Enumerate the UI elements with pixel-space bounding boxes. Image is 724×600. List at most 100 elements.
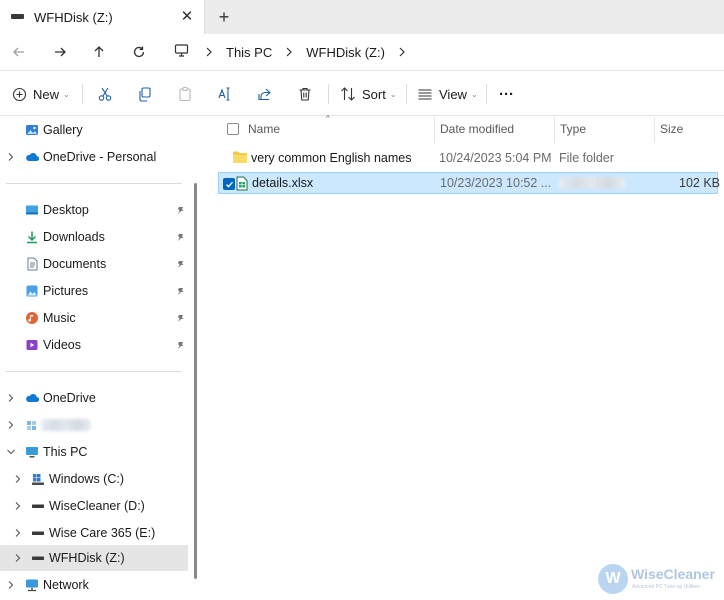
sidebar-item-music[interactable]: Music — [0, 305, 188, 331]
up-button[interactable] — [87, 41, 111, 63]
sidebar-item-label: Videos — [43, 338, 81, 352]
sidebar-item-pictures[interactable]: Pictures — [0, 278, 188, 304]
divider — [82, 84, 83, 104]
pin-icon[interactable] — [176, 260, 185, 269]
watermark-subtitle: Advanced PC Tune-up Utilities — [632, 584, 700, 590]
breadcrumb-wfhdisk[interactable]: WFHDisk (Z:) — [300, 45, 391, 60]
sidebar-item-label: Desktop — [43, 203, 89, 217]
close-icon[interactable]: ✕ — [178, 8, 196, 26]
sidebar-item-label: Gallery — [43, 123, 83, 137]
cloud-icon — [26, 393, 39, 403]
chevron-down-icon: ⌄ — [63, 89, 70, 99]
chevron-right-icon[interactable] — [13, 474, 23, 484]
tab-wfhdisk[interactable]: WFHDisk (Z:) ✕ — [0, 0, 205, 34]
sidebar-item-desktop[interactable]: Desktop — [0, 197, 188, 223]
sidebar-scrollbar[interactable] — [194, 183, 197, 579]
chevron-down-icon[interactable] — [6, 447, 16, 457]
sidebar-item-gallery[interactable]: Gallery — [0, 117, 188, 143]
sidebar-item-videos[interactable]: Videos — [0, 332, 188, 358]
drive-icon — [11, 14, 24, 19]
view-list-icon — [418, 89, 432, 100]
document-icon — [27, 257, 38, 271]
copy-button[interactable] — [134, 83, 156, 105]
wisecleaner-logo: W — [598, 564, 628, 594]
sidebar-item-label: This PC — [43, 445, 88, 459]
rename-button[interactable] — [214, 83, 236, 105]
pin-icon[interactable] — [176, 287, 185, 296]
sort-button[interactable]: Sort ⌄ — [340, 83, 397, 105]
chevron-right-icon[interactable] — [278, 47, 300, 57]
column-type[interactable]: Type — [554, 117, 654, 143]
sidebar-item-label: Wise Care 365 (E:) — [49, 526, 156, 540]
sidebar-item-this-pc[interactable]: This PC — [0, 439, 188, 465]
redacted-label — [41, 419, 91, 431]
column-date-modified[interactable]: Date modified — [434, 117, 554, 143]
pin-icon[interactable] — [176, 233, 185, 242]
chevron-right-icon[interactable] — [6, 393, 16, 403]
chevron-right-icon[interactable] — [6, 420, 16, 430]
table-row[interactable]: very common English names 10/24/2023 5:0… — [218, 147, 718, 169]
sidebar-item-documents[interactable]: Documents — [0, 251, 188, 277]
arrow-up-icon — [94, 46, 104, 57]
share-icon — [254, 83, 276, 105]
new-button[interactable]: New ⌄ — [12, 83, 70, 105]
windows-drive-icon — [32, 474, 44, 485]
share-button[interactable] — [254, 83, 276, 105]
sidebar-item-label: Network — [43, 578, 89, 592]
sidebar-item-label: OneDrive — [43, 391, 96, 405]
paste-button[interactable] — [174, 83, 196, 105]
back-button[interactable] — [7, 41, 31, 63]
file-type-redacted — [559, 177, 625, 189]
divider — [6, 371, 182, 372]
breadcrumb-this-pc[interactable]: This PC — [220, 45, 278, 60]
file-date-modified: 10/24/2023 5:04 PM — [439, 151, 552, 165]
sidebar-item-network[interactable]: Network — [0, 572, 188, 598]
tab-title: WFHDisk (Z:) — [34, 10, 113, 25]
chevron-right-icon[interactable] — [13, 501, 23, 511]
chevron-right-icon[interactable] — [13, 528, 23, 538]
sidebar-item-label: Music — [43, 311, 76, 325]
delete-button[interactable] — [294, 83, 316, 105]
scissors-icon — [94, 83, 116, 105]
command-bar: New ⌄ Sort ⌄ View ⌄ ··· — [0, 70, 724, 116]
video-icon — [26, 340, 38, 350]
sidebar-item-drive-d[interactable]: WiseCleaner (D:) — [0, 493, 188, 519]
chevron-down-icon: ⌄ — [470, 89, 478, 99]
chevron-down-icon: ⌄ — [389, 89, 397, 99]
wisecleaner-watermark: W WiseCleaner Advanced PC Tune-up Utilit… — [598, 562, 722, 596]
computer-icon[interactable] — [174, 43, 189, 58]
sidebar-item-drive-c[interactable]: Windows (C:) — [0, 466, 188, 492]
table-row[interactable]: details.xlsx 10/23/2023 10:52 ... 102 KB — [218, 172, 720, 194]
excel-file-icon — [236, 176, 248, 191]
sidebar-item-onedrive-personal[interactable]: OneDrive - Personal — [0, 144, 188, 170]
column-name[interactable]: Name — [243, 117, 434, 143]
chevron-right-icon[interactable] — [391, 47, 413, 57]
sidebar-item-onedrive[interactable]: OneDrive — [0, 385, 188, 411]
cut-button[interactable] — [94, 83, 116, 105]
address-bar-row: This PC WFHDisk (Z:) — [0, 34, 724, 70]
row-checkbox[interactable] — [223, 178, 235, 190]
sidebar-item-drive-e[interactable]: Wise Care 365 (E:) — [0, 520, 188, 546]
column-header-row: ^ Name Date modified Type Size — [202, 114, 724, 143]
select-all-checkbox[interactable] — [227, 123, 239, 135]
file-type: File folder — [559, 151, 614, 165]
more-options-button[interactable]: ··· — [499, 83, 514, 105]
pin-icon[interactable] — [176, 206, 185, 215]
sidebar-item-drive-z[interactable]: WFHDisk (Z:) — [0, 545, 188, 571]
refresh-icon — [133, 46, 145, 58]
download-icon — [27, 231, 37, 244]
sidebar-item-redacted[interactable] — [0, 412, 188, 438]
chevron-right-icon[interactable] — [198, 47, 220, 57]
folder-icon — [233, 151, 247, 163]
pin-icon[interactable] — [176, 314, 185, 323]
sidebar-item-downloads[interactable]: Downloads — [0, 224, 188, 250]
forward-button[interactable] — [48, 41, 72, 63]
pin-icon[interactable] — [176, 341, 185, 350]
chevron-right-icon[interactable] — [6, 152, 16, 162]
view-button[interactable]: View ⌄ — [417, 83, 478, 105]
refresh-button[interactable] — [127, 41, 151, 63]
chevron-right-icon[interactable] — [13, 553, 23, 563]
chevron-right-icon[interactable] — [6, 580, 16, 590]
new-tab-button[interactable]: + — [213, 7, 235, 27]
column-size[interactable]: Size — [654, 117, 724, 143]
